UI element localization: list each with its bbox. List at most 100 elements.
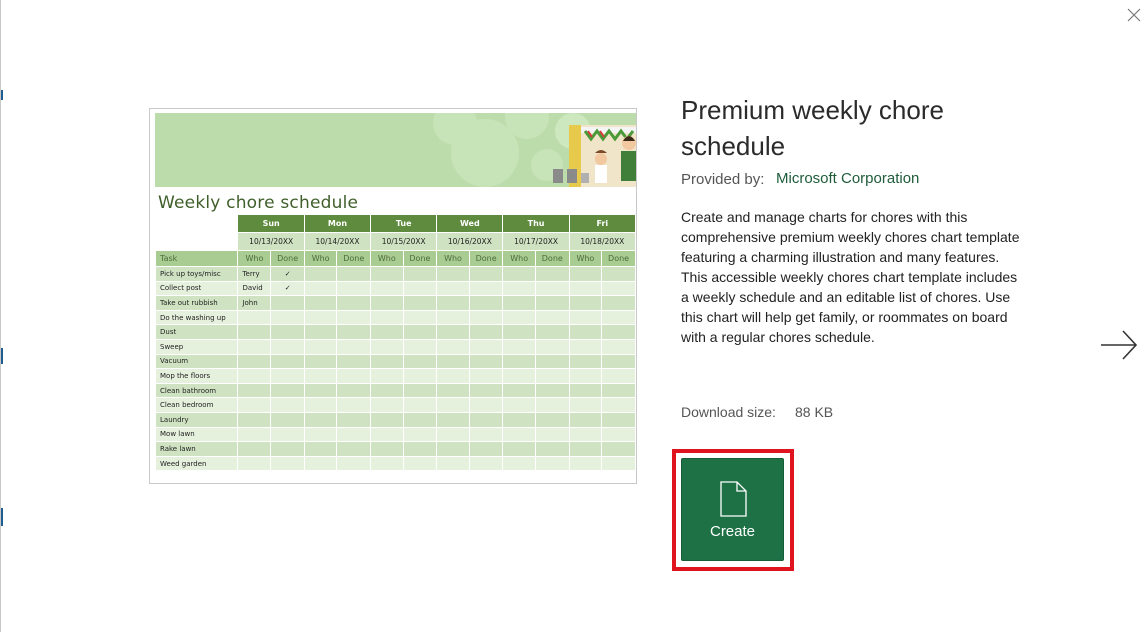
who-cell — [502, 382, 536, 399]
done-cell — [534, 295, 570, 311]
who-cell — [502, 441, 536, 457]
task-row: Laundry — [154, 411, 636, 428]
day-header: Sun — [237, 214, 305, 233]
done-cell — [601, 441, 636, 457]
done-cell — [534, 353, 570, 370]
done-cell — [468, 441, 504, 457]
preview-banner — [155, 113, 636, 187]
who-column-header: Who — [303, 250, 338, 267]
done-cell — [468, 266, 504, 282]
who-cell: John — [237, 295, 272, 311]
next-template-button[interactable] — [1099, 326, 1139, 364]
who-cell: Terry — [237, 266, 272, 282]
done-cell — [468, 353, 504, 370]
done-cell — [468, 309, 504, 326]
who-cell — [502, 426, 536, 443]
who-cell — [436, 382, 470, 399]
done-cell — [601, 266, 636, 282]
done-column-header: Done — [270, 250, 305, 267]
column-header-row: Task Who Done Who Done Who Done Who Done… — [154, 250, 636, 267]
done-cell — [468, 280, 504, 297]
task-name-cell: Take out rubbish — [154, 295, 239, 311]
done-cell — [534, 441, 570, 457]
who-cell — [568, 455, 603, 472]
task-column-header: Task — [154, 250, 239, 267]
who-cell — [502, 455, 536, 472]
day-date: 10/15/20XX — [370, 232, 438, 251]
who-cell — [303, 295, 338, 311]
task-row: Mow lawn — [154, 426, 636, 443]
task-name-cell: Clean bathroom — [154, 382, 239, 399]
task-name-cell: Do the washing up — [154, 309, 239, 326]
done-column-header: Done — [468, 250, 504, 267]
done-cell — [270, 455, 305, 472]
done-cell — [534, 368, 570, 384]
who-cell — [502, 295, 536, 311]
done-cell — [402, 295, 438, 311]
task-row: Sweep — [154, 338, 636, 355]
task-name-cell: Mop the floors — [154, 368, 239, 384]
who-cell — [568, 338, 603, 355]
done-cell — [534, 426, 570, 443]
who-cell — [436, 309, 470, 326]
day-header: Wed — [436, 214, 504, 233]
create-button[interactable]: Create — [681, 458, 784, 561]
task-row: Collect post David ✓ — [154, 280, 636, 297]
done-cell — [468, 426, 504, 443]
who-cell — [370, 280, 404, 297]
who-cell — [568, 324, 603, 340]
who-cell — [303, 382, 338, 399]
who-cell — [237, 426, 272, 443]
who-cell — [436, 368, 470, 384]
done-cell — [402, 309, 438, 326]
done-cell — [336, 426, 372, 443]
who-cell — [303, 397, 338, 413]
done-cell — [601, 397, 636, 413]
done-cell — [534, 382, 570, 399]
task-name-cell: Sweep — [154, 338, 239, 355]
who-cell — [502, 368, 536, 384]
who-cell — [237, 411, 272, 428]
who-cell — [237, 382, 272, 399]
who-column-header: Who — [237, 250, 272, 267]
done-cell — [402, 368, 438, 384]
done-cell — [336, 324, 372, 340]
who-cell — [303, 324, 338, 340]
close-button[interactable] — [1125, 6, 1143, 24]
done-cell — [534, 266, 570, 282]
who-cell — [370, 295, 404, 311]
done-cell — [601, 368, 636, 384]
done-cell — [270, 353, 305, 370]
provider-link[interactable]: Microsoft Corporation — [776, 170, 919, 187]
who-column-header: Who — [502, 250, 536, 267]
done-cell — [336, 382, 372, 399]
template-preview-dialog: Weekly chore schedule Sun Mon Tue Wed Th… — [0, 0, 1148, 632]
template-title: Premium weekly chore schedule — [681, 95, 944, 161]
background-edge — [1, 508, 3, 526]
done-cell — [468, 455, 504, 472]
task-name-cell: Dust — [154, 324, 239, 340]
who-cell — [303, 441, 338, 457]
day-header: Fri — [568, 214, 636, 233]
done-cell — [336, 309, 372, 326]
banner-illustration — [155, 113, 636, 187]
done-cell — [270, 338, 305, 355]
who-cell — [303, 338, 338, 355]
create-button-label: Create — [709, 523, 756, 540]
done-cell — [336, 295, 372, 311]
done-cell — [336, 397, 372, 413]
done-cell — [468, 411, 504, 428]
task-name-cell: Mow lawn — [154, 426, 239, 443]
done-cell — [336, 411, 372, 428]
who-cell — [568, 368, 603, 384]
who-cell — [303, 368, 338, 384]
blank-cell — [154, 232, 239, 251]
done-cell — [534, 338, 570, 355]
done-cell — [468, 368, 504, 384]
day-date: 10/14/20XX — [303, 232, 372, 251]
who-cell — [237, 353, 272, 370]
done-cell — [534, 397, 570, 413]
who-cell — [436, 353, 470, 370]
done-cell — [601, 309, 636, 326]
blank-cell — [154, 214, 239, 233]
